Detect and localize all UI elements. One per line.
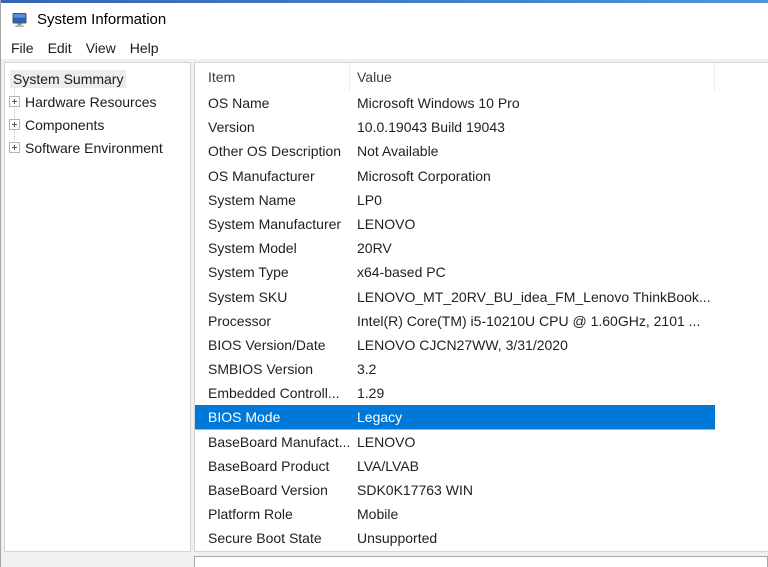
table-row[interactable]: Processor Intel(R) Core(TM) i5-10210U CP… xyxy=(195,309,715,333)
row-item-cell: SMBIOS Version xyxy=(208,361,314,378)
row-item-cell: System Type xyxy=(208,264,289,281)
row-value-cell: LVA/LVAB xyxy=(357,457,419,474)
table-row[interactable]: Other OS Description Not Available xyxy=(195,139,715,163)
row-value-cell: Not Available xyxy=(357,143,439,160)
table-row[interactable]: System Manufacturer LENOVO xyxy=(195,212,715,236)
expand-plus-icon[interactable] xyxy=(9,142,20,153)
list-header: Item Value xyxy=(195,63,768,91)
sidebar-item-system-summary[interactable]: System Summary xyxy=(5,67,190,90)
menu-file[interactable]: File xyxy=(4,38,41,58)
row-item-cell: BIOS Version/Date xyxy=(208,336,326,353)
row-item-cell: Secure Boot State xyxy=(208,530,322,547)
table-row[interactable]: System Name LP0 xyxy=(195,188,715,212)
window-title: System Information xyxy=(37,11,167,28)
menu-help[interactable]: Help xyxy=(123,38,166,58)
row-item-cell: OS Name xyxy=(208,95,270,112)
table-row[interactable]: OS Name Microsoft Windows 10 Pro xyxy=(195,91,715,115)
column-header-item[interactable]: Item xyxy=(195,63,350,91)
row-item-cell: BIOS Mode xyxy=(208,409,281,426)
table-row[interactable]: BIOS Version/Date LENOVO CJCN27WW, 3/31/… xyxy=(195,333,715,357)
row-item-cell: Embedded Controll... xyxy=(208,385,340,402)
row-item-cell: BaseBoard Manufact... xyxy=(208,433,350,450)
row-item-cell: System Manufacturer xyxy=(208,216,342,233)
table-row[interactable]: BIOS Mode Legacy xyxy=(195,405,715,430)
table-row[interactable]: BaseBoard Version SDK0K17763 WIN xyxy=(195,478,715,502)
row-value-cell: 20RV xyxy=(357,240,392,257)
row-item-cell: Other OS Description xyxy=(208,143,342,160)
row-value-cell: x64-based PC xyxy=(357,264,446,281)
expand-plus-icon[interactable] xyxy=(9,96,20,107)
row-item-cell: OS Manufacturer xyxy=(208,167,315,184)
row-value-cell: LENOVO xyxy=(357,433,416,450)
row-item-cell: Processor xyxy=(208,312,272,329)
row-item-cell: Version xyxy=(208,119,255,136)
table-row[interactable]: BaseBoard Manufact... LENOVO xyxy=(195,430,715,454)
row-value-cell: 3.2 xyxy=(357,361,377,378)
sidebar-item-hardware-resources[interactable]: Hardware Resources xyxy=(5,90,190,113)
tree-item-label: Hardware Resources xyxy=(25,93,157,110)
table-row[interactable]: OS Manufacturer Microsoft Corporation xyxy=(195,164,715,188)
row-item-cell: System Model xyxy=(208,240,297,257)
table-row[interactable]: Embedded Controll... 1.29 xyxy=(195,381,715,405)
details-list: Item Value OS Name Microsoft Windows 10 … xyxy=(194,62,768,552)
row-value-cell: Legacy xyxy=(357,409,403,426)
client-area: System Summary Hardware Resources Compon… xyxy=(1,59,768,567)
row-value-cell: Intel(R) Core(TM) i5-10210U CPU @ 1.60GH… xyxy=(357,312,701,329)
row-item-cell: System SKU xyxy=(208,288,288,305)
row-value-cell: LP0 xyxy=(357,191,382,208)
row-value-cell: LENOVO xyxy=(357,216,416,233)
table-row[interactable]: Version 10.0.19043 Build 19043 xyxy=(195,115,715,139)
row-item-cell: BaseBoard Product xyxy=(208,457,330,474)
title-bar[interactable]: System Information xyxy=(1,3,768,36)
row-value-cell: LENOVO CJCN27WW, 3/31/2020 xyxy=(357,336,568,353)
table-row[interactable]: System SKU LENOVO_MT_20RV_BU_idea_FM_Len… xyxy=(195,285,715,309)
tree-item-label: Software Environment xyxy=(25,139,163,156)
table-row[interactable]: SMBIOS Version 3.2 xyxy=(195,357,715,381)
menu-view[interactable]: View xyxy=(79,38,123,58)
row-value-cell: 1.29 xyxy=(357,385,385,402)
row-item-cell: BaseBoard Version xyxy=(208,482,328,499)
table-row[interactable]: Platform Role Mobile xyxy=(195,502,715,526)
table-row[interactable]: Secure Boot State Unsupported xyxy=(195,526,715,550)
table-row[interactable]: BaseBoard Product LVA/LVAB xyxy=(195,454,715,478)
sidebar-item-components[interactable]: Components xyxy=(5,113,190,136)
sidebar-item-software-environment[interactable]: Software Environment xyxy=(5,136,190,159)
find-panel-partial xyxy=(194,556,768,567)
row-item-cell: Platform Role xyxy=(208,506,293,523)
system-information-icon xyxy=(12,12,28,28)
navigation-tree: System Summary Hardware Resources Compon… xyxy=(4,62,191,552)
row-value-cell: 10.0.19043 Build 19043 xyxy=(357,119,505,136)
column-header-value[interactable]: Value xyxy=(350,63,715,91)
row-value-cell: SDK0K17763 WIN xyxy=(357,482,473,499)
tree-item-label: Components xyxy=(25,116,105,133)
row-item-cell: System Name xyxy=(208,191,296,208)
row-value-cell: LENOVO_MT_20RV_BU_idea_FM_Lenovo ThinkBo… xyxy=(357,288,711,305)
row-value-cell: Microsoft Windows 10 Pro xyxy=(357,95,520,112)
menu-bar: File Edit View Help xyxy=(1,36,768,59)
table-row[interactable]: System Type x64-based PC xyxy=(195,260,715,284)
tree-item-label: System Summary xyxy=(10,69,127,88)
expand-plus-icon[interactable] xyxy=(9,119,20,130)
system-information-window: System Information File Edit View Help Syst… xyxy=(0,0,768,567)
row-value-cell: Mobile xyxy=(357,506,399,523)
menu-edit[interactable]: Edit xyxy=(41,38,79,58)
row-value-cell: Microsoft Corporation xyxy=(357,167,491,184)
table-row[interactable]: System Model 20RV xyxy=(195,236,715,260)
row-value-cell: Unsupported xyxy=(357,530,438,547)
